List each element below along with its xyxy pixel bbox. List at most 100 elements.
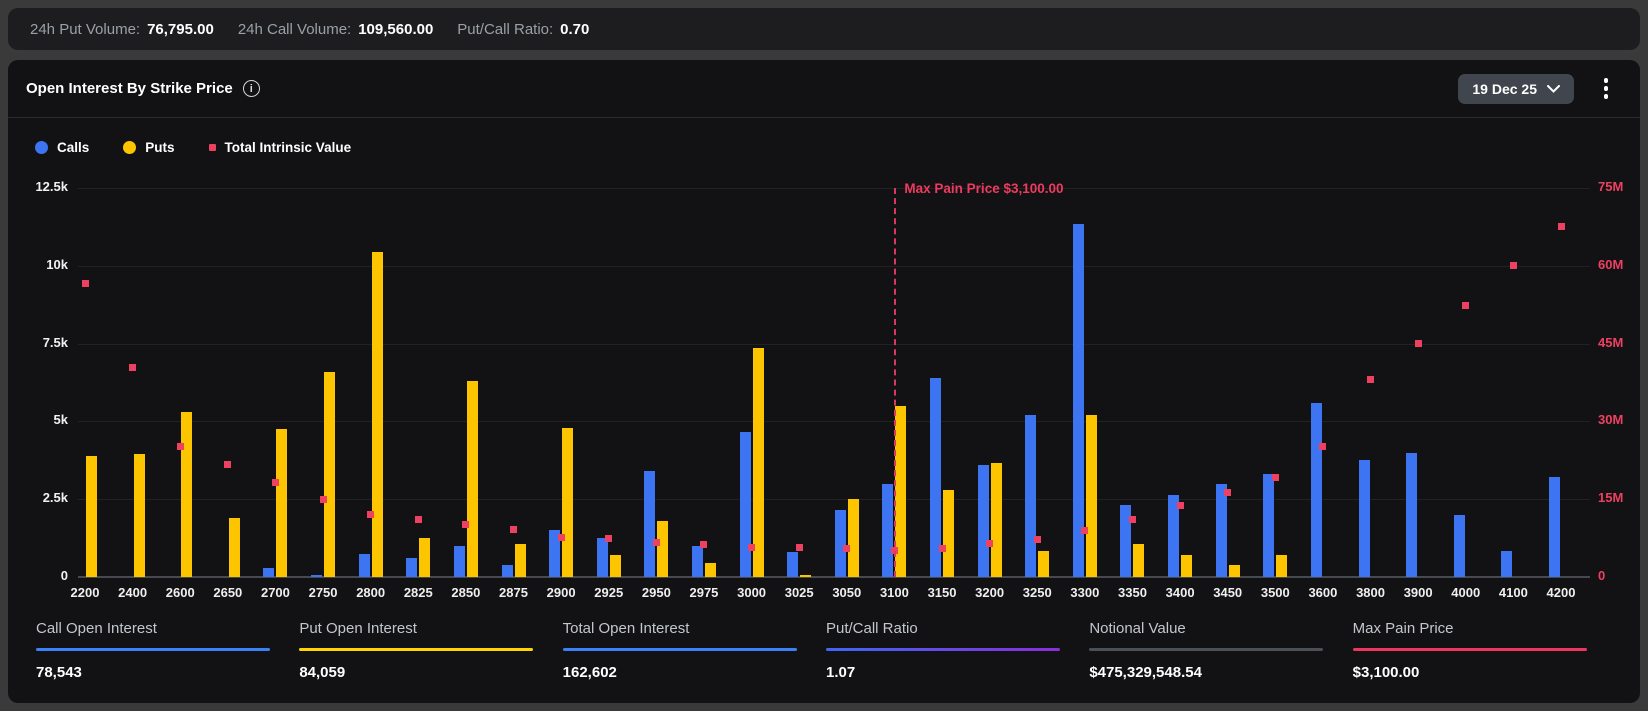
calls-bar[interactable] <box>1072 223 1084 577</box>
intrinsic-value-dot[interactable] <box>986 540 994 548</box>
calls-bar[interactable] <box>787 552 799 577</box>
puts-bar[interactable] <box>847 499 859 577</box>
calls-bar[interactable] <box>691 545 703 577</box>
legend-item-calls[interactable]: Calls <box>35 140 89 155</box>
summary-max-pain-underline <box>1352 648 1587 651</box>
intrinsic-value-dot[interactable] <box>271 478 279 486</box>
intrinsic-value-dot[interactable] <box>1081 526 1089 534</box>
puts-bar[interactable] <box>800 575 812 577</box>
puts-bar[interactable] <box>1085 415 1097 577</box>
puts-bar[interactable] <box>562 427 574 577</box>
x-axis-tick: 3900 <box>1403 585 1433 600</box>
calls-bar[interactable] <box>1549 477 1560 577</box>
call-volume-stat: 24h Call Volume: 109,560.00 <box>238 21 433 38</box>
put-volume-value: 76,795.00 <box>147 20 214 38</box>
intrinsic-value-dot[interactable] <box>1176 502 1184 510</box>
calls-bar[interactable] <box>311 574 323 577</box>
intrinsic-value-dot[interactable] <box>1509 262 1517 270</box>
puts-bar[interactable] <box>419 538 431 577</box>
intrinsic-value-dot[interactable] <box>1319 442 1327 450</box>
puts-bar[interactable] <box>990 463 1002 577</box>
intrinsic-value-dot[interactable] <box>1462 302 1470 310</box>
calls-bar[interactable] <box>1215 483 1227 577</box>
puts-bar[interactable] <box>181 412 193 577</box>
intrinsic-value-dot[interactable] <box>652 538 660 546</box>
calls-bar[interactable] <box>1453 514 1465 577</box>
calls-bar[interactable] <box>882 483 894 577</box>
intrinsic-value-dot[interactable] <box>700 541 708 549</box>
info-icon[interactable]: i <box>242 80 260 97</box>
summary-call-oi-value: 78,543 <box>36 664 82 681</box>
x-axis-tick: 2200 <box>70 585 100 600</box>
puts-bar[interactable] <box>466 380 478 577</box>
calls-bar[interactable] <box>644 471 656 577</box>
puts-bar[interactable] <box>86 455 97 577</box>
kebab-menu-icon[interactable] <box>1596 74 1616 104</box>
summary-put-call-ratio-value: 1.07 <box>825 664 856 681</box>
x-axis-tick: 4000 <box>1451 585 1481 600</box>
intrinsic-value-dot[interactable] <box>319 495 327 503</box>
gridline <box>78 265 1590 267</box>
intrinsic-value-dot[interactable] <box>462 520 470 528</box>
intrinsic-value-dot[interactable] <box>81 280 89 288</box>
intrinsic-value-dot[interactable] <box>1224 488 1232 496</box>
puts-bar[interactable] <box>657 520 669 577</box>
calls-bar[interactable] <box>453 545 465 577</box>
puts-bar[interactable] <box>704 562 716 577</box>
puts-bar[interactable] <box>1038 550 1050 577</box>
x-axis-tick: 3250 <box>1022 585 1052 600</box>
intrinsic-value-dot[interactable] <box>557 533 565 541</box>
intrinsic-value-dot[interactable] <box>843 545 851 553</box>
intrinsic-value-dot[interactable] <box>176 442 184 450</box>
expiry-date-dropdown[interactable]: 19 Dec 25 <box>1458 73 1574 104</box>
intrinsic-value-dot[interactable] <box>367 510 375 518</box>
calls-bar[interactable] <box>1263 474 1275 577</box>
calls-bar[interactable] <box>1025 415 1037 577</box>
calls-bar[interactable] <box>501 564 513 577</box>
puts-bar[interactable] <box>1181 555 1193 577</box>
intrinsic-value-dot[interactable] <box>1271 473 1279 481</box>
intrinsic-value-dot[interactable] <box>510 525 518 533</box>
puts-bar[interactable] <box>752 348 764 577</box>
intrinsic-value-dot[interactable] <box>224 460 232 468</box>
intrinsic-value-dot[interactable] <box>795 544 803 552</box>
puts-bar[interactable] <box>276 429 288 577</box>
calls-bar[interactable] <box>263 567 275 577</box>
puts-bar[interactable] <box>943 489 955 577</box>
gridline <box>78 421 1590 423</box>
intrinsic-value-dot[interactable] <box>605 534 613 542</box>
calls-bar[interactable] <box>834 510 846 577</box>
puts-bar[interactable] <box>133 454 145 577</box>
intrinsic-value-dot[interactable] <box>1557 223 1565 231</box>
calls-bar[interactable] <box>1501 550 1513 577</box>
calls-bar[interactable] <box>1406 452 1418 577</box>
puts-bar[interactable] <box>1133 544 1145 577</box>
puts-bar[interactable] <box>514 544 526 577</box>
intrinsic-value-dot[interactable] <box>1128 515 1136 523</box>
calls-bar[interactable] <box>1310 402 1322 577</box>
legend-calls-label: Calls <box>57 140 90 155</box>
intrinsic-value-dot[interactable] <box>748 544 756 552</box>
legend-item-intrinsic[interactable]: Total Intrinsic Value <box>208 140 351 155</box>
puts-bar[interactable] <box>324 371 336 577</box>
calls-bar[interactable] <box>1358 460 1370 577</box>
calls-bar[interactable] <box>596 538 608 577</box>
intrinsic-value-dot[interactable] <box>129 363 137 371</box>
intrinsic-value-dot[interactable] <box>1414 340 1422 348</box>
intrinsic-value-dot[interactable] <box>1033 535 1041 543</box>
intrinsic-value-dot[interactable] <box>1367 375 1375 383</box>
intrinsic-value-dot[interactable] <box>938 545 946 553</box>
calls-bar[interactable] <box>739 432 751 577</box>
legend-puts-label: Puts <box>145 140 175 155</box>
puts-bar[interactable] <box>1228 564 1240 577</box>
calls-bar[interactable] <box>977 464 989 577</box>
calls-bar[interactable] <box>406 558 418 577</box>
calls-bar[interactable] <box>358 553 370 577</box>
puts-bar[interactable] <box>228 517 240 577</box>
summary-put-call-ratio: Put/Call Ratio 1.07 <box>825 620 1089 681</box>
puts-bar[interactable] <box>1276 555 1288 577</box>
puts-bar[interactable] <box>371 251 383 577</box>
puts-bar[interactable] <box>609 555 621 577</box>
intrinsic-value-dot[interactable] <box>414 516 422 524</box>
legend-item-puts[interactable]: Puts <box>123 140 175 155</box>
